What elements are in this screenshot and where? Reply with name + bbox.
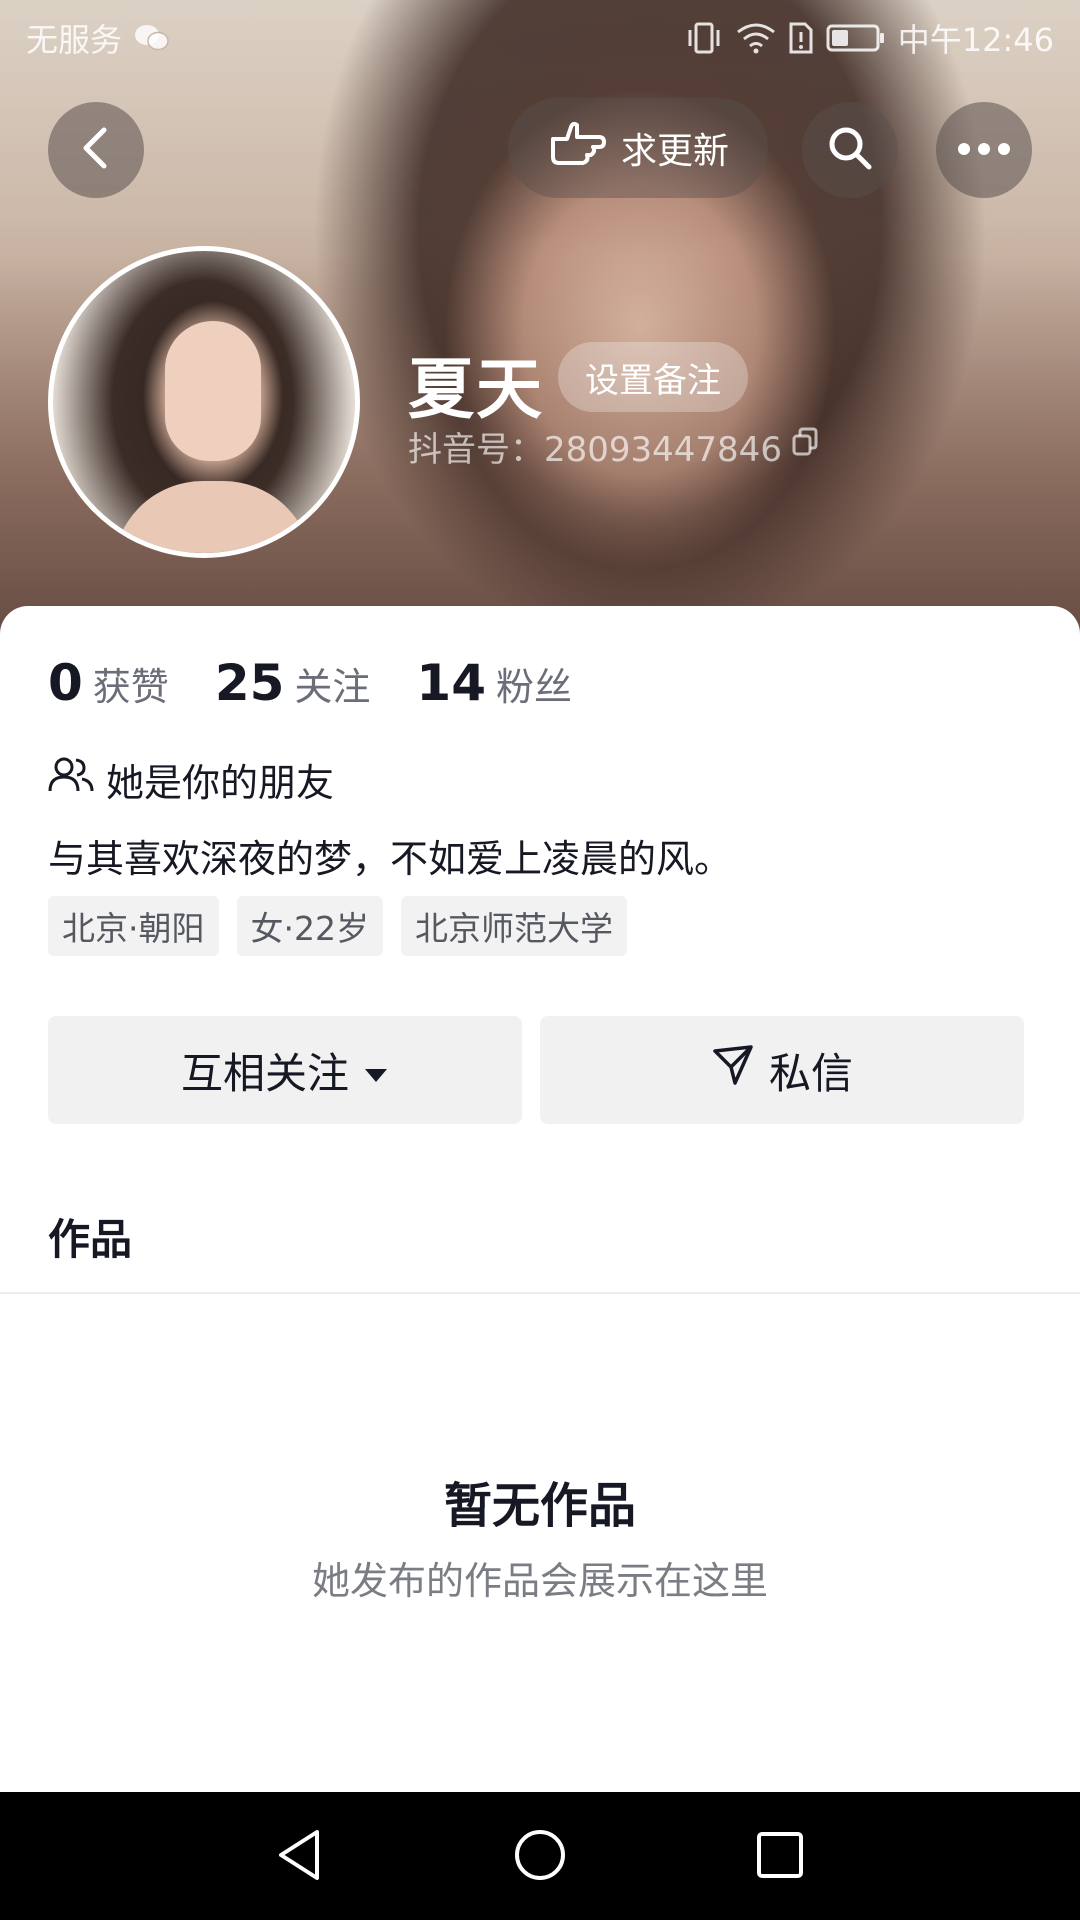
friend-relationship: 她是你的朋友 <box>48 752 334 807</box>
pointing-hand-icon <box>547 119 607 178</box>
users-icon <box>48 755 94 804</box>
stat-followers[interactable]: 14 粉丝 <box>416 654 572 712</box>
caret-down-icon <box>363 1046 389 1095</box>
message-button[interactable]: 私信 <box>540 1016 1024 1124</box>
square-recents-icon <box>755 1830 805 1884</box>
status-bar: 无服务 中午12:46 <box>0 0 1080 76</box>
back-button[interactable] <box>48 102 144 198</box>
avatar[interactable] <box>48 246 360 558</box>
chevron-left-icon <box>76 124 116 176</box>
profile-actions: 互相关注 私信 <box>48 1016 1024 1124</box>
carrier-text: 无服务 <box>26 21 123 59</box>
more-dots-icon <box>957 141 1011 160</box>
status-left: 无服务 <box>26 15 170 61</box>
status-right: 中午12:46 <box>684 15 1054 61</box>
stat-likes-value: 0 <box>48 654 83 712</box>
message-label: 私信 <box>768 1048 853 1098</box>
system-back-button[interactable] <box>264 1822 334 1892</box>
wechat-icon <box>134 23 170 53</box>
douyin-id-text: 抖音号：28093447846 <box>408 430 782 470</box>
system-home-button[interactable] <box>505 1822 575 1892</box>
profile-tags: 北京·朝阳 女·22岁 北京师范大学 <box>48 896 627 956</box>
circle-home-icon <box>513 1828 567 1886</box>
stat-followers-value: 14 <box>416 654 487 712</box>
system-nav-bar <box>0 1792 1080 1920</box>
more-options-button[interactable] <box>936 102 1032 198</box>
vibrate-icon <box>684 21 724 55</box>
send-icon <box>711 1043 755 1097</box>
profile-content-sheet: 0 获赞 25 关注 14 粉丝 她是你的朋友 与其喜欢深夜的梦，不如爱上凌晨的… <box>0 606 1080 1792</box>
search-icon <box>825 123 875 177</box>
request-update-label: 求更新 <box>620 131 729 172</box>
search-button[interactable] <box>802 102 898 198</box>
copy-icon[interactable] <box>790 426 820 467</box>
triangle-back-icon <box>275 1828 323 1886</box>
stat-likes: 0 获赞 <box>48 654 169 712</box>
set-remark-button[interactable]: 设置备注 <box>558 342 748 412</box>
tag-school[interactable]: 北京师范大学 <box>400 896 627 956</box>
wifi-icon <box>736 22 776 54</box>
stats-row: 0 获赞 25 关注 14 粉丝 <box>48 654 572 712</box>
empty-state-title: 暂无作品 <box>443 1478 636 1534</box>
clock-text: 中午12:46 <box>897 21 1054 59</box>
avatar-portrait-face <box>165 321 261 461</box>
stat-following-label: 关注 <box>294 665 371 709</box>
stat-likes-label: 获赞 <box>92 665 169 709</box>
stat-following[interactable]: 25 关注 <box>215 654 371 712</box>
mutual-follow-button[interactable]: 互相关注 <box>48 1016 522 1124</box>
stat-followers-label: 粉丝 <box>496 665 573 709</box>
sim-alert-icon <box>788 21 814 55</box>
douyin-id-row[interactable]: 抖音号：28093447846 <box>408 422 820 471</box>
profile-bio: 与其喜欢深夜的梦，不如爱上凌晨的风。 <box>48 837 733 881</box>
profile-nickname: 夏天 <box>408 351 544 428</box>
tab-divider <box>0 1292 1080 1294</box>
relationship-text: 她是你的朋友 <box>106 761 335 805</box>
battery-icon <box>826 23 886 53</box>
request-update-button[interactable]: 求更新 <box>508 98 768 198</box>
mutual-follow-label: 互相关注 <box>180 1048 349 1098</box>
empty-state-subtitle: 她发布的作品会展示在这里 <box>311 1559 768 1603</box>
stat-following-value: 25 <box>214 654 285 712</box>
tag-gender-age: 女·22岁 <box>236 896 383 956</box>
system-recents-button[interactable] <box>745 1822 815 1892</box>
avatar-portrait-shoulders <box>113 481 313 553</box>
tag-location: 北京·朝阳 <box>48 896 219 956</box>
tab-works[interactable]: 作品 <box>48 1206 132 1267</box>
